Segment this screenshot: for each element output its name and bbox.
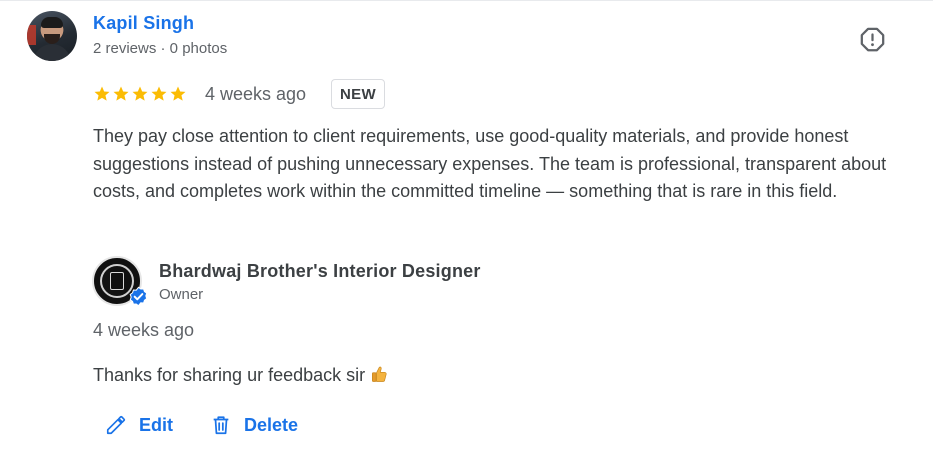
delete-button[interactable]: Delete xyxy=(210,411,298,439)
star-icon xyxy=(94,86,110,101)
edit-button[interactable]: Edit xyxy=(105,411,173,439)
owner-role: Owner xyxy=(159,286,204,303)
verified-check-icon xyxy=(129,286,148,307)
thumbs-up-emoji xyxy=(372,366,387,382)
delete-label: Delete xyxy=(244,414,299,435)
reviewer-meta: 2 reviews · 0 photos xyxy=(93,40,228,57)
top-divider xyxy=(0,0,933,1)
report-flag-icon[interactable] xyxy=(859,26,886,53)
edit-label: Edit xyxy=(139,414,173,435)
review-text: They pay close attention to client requi… xyxy=(93,126,887,201)
trash-icon xyxy=(213,416,229,435)
reviewer-avatar[interactable] xyxy=(27,11,77,61)
new-badge: NEW xyxy=(331,79,385,109)
star-icon xyxy=(132,86,148,101)
star-icon xyxy=(151,86,167,101)
star-rating xyxy=(93,83,187,105)
star-icon xyxy=(113,86,129,101)
pencil-icon xyxy=(106,415,126,435)
owner-name: Bhardwaj Brother's Interior Designer xyxy=(159,261,481,281)
reply-time: 4 weeks ago xyxy=(93,320,195,340)
star-icon xyxy=(170,86,186,101)
reply-text-container: Thanks for sharing ur feedback sir xyxy=(93,364,389,386)
reply-text: Thanks for sharing ur feedback sir xyxy=(93,365,366,385)
reviewer-name-link[interactable]: Kapil Singh xyxy=(93,13,194,34)
review-time: 4 weeks ago xyxy=(205,84,307,104)
